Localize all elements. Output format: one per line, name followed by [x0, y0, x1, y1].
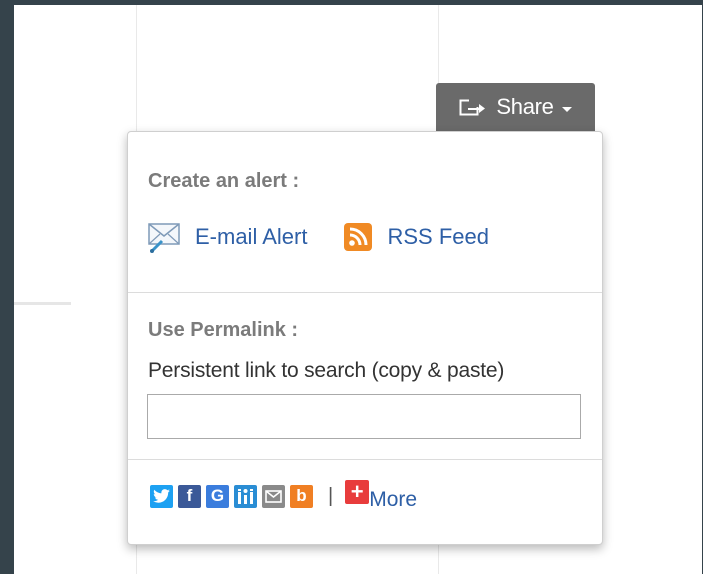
more-link[interactable]: More: [369, 488, 417, 512]
alert-section-title: Create an alert :: [148, 170, 300, 192]
share-button-label: Share: [496, 94, 554, 119]
rss-icon[interactable]: [344, 223, 373, 251]
email-icon[interactable]: [262, 484, 285, 508]
chevron-down-icon: [561, 106, 572, 112]
email-alert-icon[interactable]: [146, 220, 182, 254]
blogger-icon[interactable]: b: [290, 484, 313, 508]
mendeley-icon[interactable]: [234, 484, 257, 508]
social-share-row: f G b | + More: [150, 479, 417, 512]
permalink-section-title: Use Permalink :: [148, 319, 299, 341]
permalink-input[interactable]: [147, 394, 581, 439]
horizontal-rule: [14, 302, 71, 305]
share-dropdown-menu: Create an alert : E-mail Alert RSS Feed …: [127, 131, 603, 545]
google-icon[interactable]: G: [206, 484, 229, 508]
section-divider: [128, 292, 602, 293]
rss-feed-link[interactable]: RSS Feed: [387, 224, 489, 250]
email-alert-link[interactable]: E-mail Alert: [195, 224, 307, 250]
separator: |: [328, 484, 334, 507]
page-background: Share Create an alert : E-mail Alert RSS…: [14, 5, 702, 574]
facebook-icon[interactable]: f: [178, 484, 201, 508]
more-plus-icon[interactable]: +: [345, 479, 370, 504]
alert-links-row: E-mail Alert RSS Feed: [146, 220, 489, 254]
share-button[interactable]: Share: [436, 83, 595, 131]
share-arrow-icon: [459, 97, 487, 117]
section-divider: [128, 459, 602, 460]
twitter-icon[interactable]: [150, 484, 173, 508]
permalink-description: Persistent link to search (copy & paste): [148, 359, 505, 382]
